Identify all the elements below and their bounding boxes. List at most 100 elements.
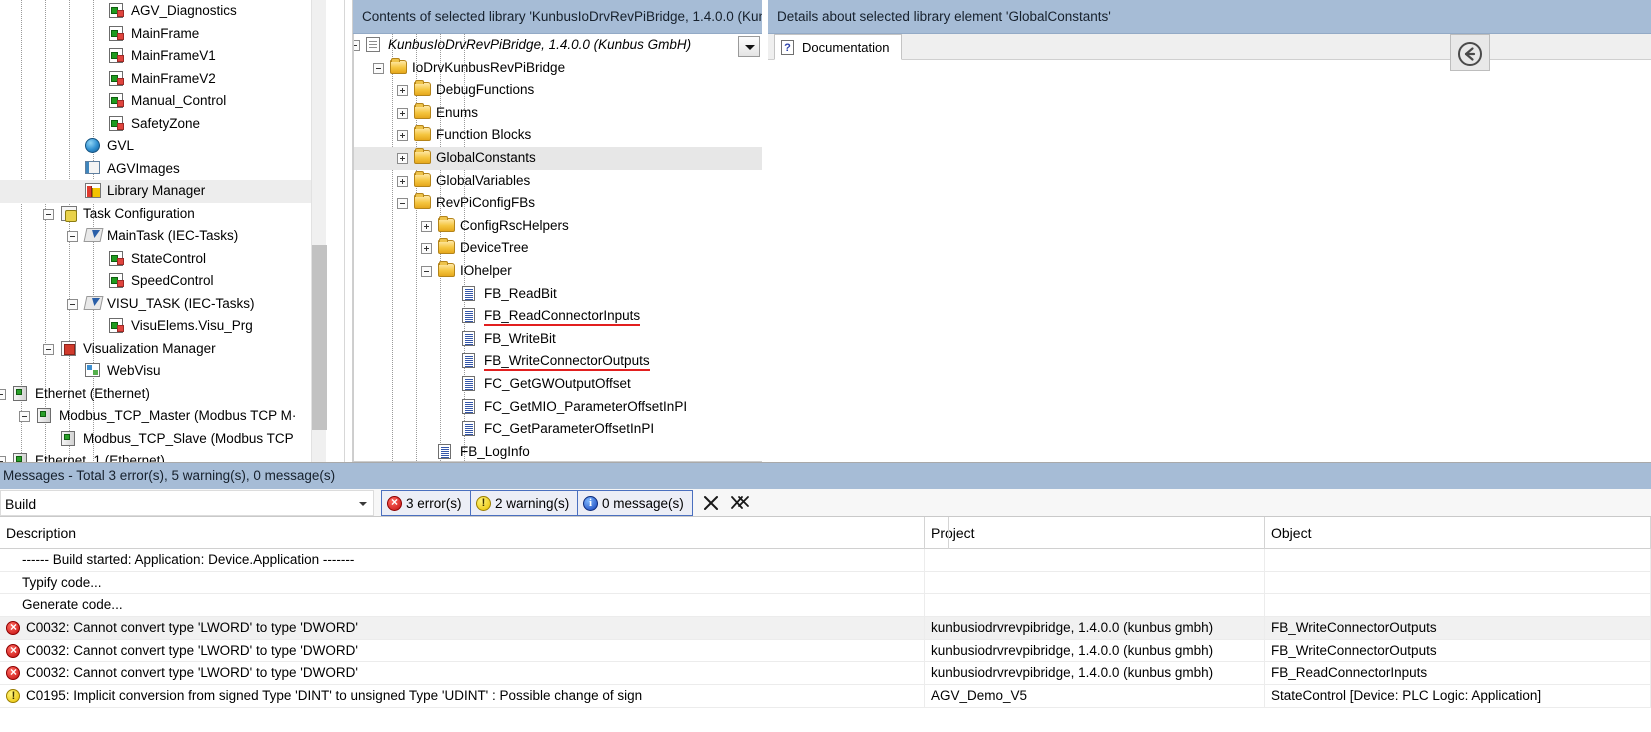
messages-column-header-description[interactable]: Description [0, 517, 925, 549]
library-tree-item-fb_readconnectorinputs[interactable]: FB_ReadConnectorInputs [354, 305, 762, 328]
library-tree-item-debugfunctions[interactable]: DebugFunctions [354, 79, 762, 102]
codesys-window: AGV_Diagnostics MainFrame MainFrameV1 MainF… [0, 0, 1651, 732]
library-tree-item-kunbusiodrvrevpibridge[interactable]: KunbusIoDrvRevPiBridge, 1.4.0.0 (Kunbus … [354, 34, 762, 57]
messages-description-text: C0195: Implicit conversion from signed T… [26, 688, 643, 704]
collapse-icon[interactable] [19, 411, 30, 422]
library-tree-item-label: DeviceTree [460, 240, 529, 256]
device-tree-item-label: SafetyZone [131, 115, 201, 131]
device-tree-item-statecontrol[interactable]: StateControl [0, 248, 326, 271]
expand-icon[interactable] [397, 107, 408, 119]
messages-description-text: ------ Build started: Application: Devic… [22, 552, 355, 567]
collapse-icon[interactable] [373, 62, 384, 74]
expand-icon[interactable] [421, 243, 432, 255]
library-tree-item-label: Function Blocks [436, 127, 532, 143]
library-tree-item-iodrvkunbusrevpibridge[interactable]: IoDrvKunbusRevPiBridge [354, 57, 762, 80]
library-tree-item-fc_getmio_parameteroffsetinpi[interactable]: FC_GetMIO_ParameterOffsetInPI [354, 396, 762, 419]
device-tree-scroll-region[interactable]: AGV_Diagnostics MainFrame MainFrameV1 MainF… [0, 0, 326, 462]
device-tree-item-modbus_tcp_master[interactable]: Modbus_TCP_Master (Modbus TCP M· [0, 405, 326, 428]
device-tree-item-agvimages[interactable]: AGVImages [0, 158, 326, 181]
device-tree-item-webvisu[interactable]: WebVisu [0, 360, 326, 383]
library-tree-item-fc_getgwoutputoffset[interactable]: FC_GetGWOutputOffset [354, 373, 762, 396]
device-tree-item-mainframev2[interactable]: MainFrameV2 [0, 68, 326, 91]
library-tree-item-fc_getparameteroffsetinpi[interactable]: FC_GetParameterOffsetInPI [354, 418, 762, 441]
warnings-filter-button[interactable]: 2 warning(s) [470, 490, 579, 516]
device-tree-item-ethernet_1[interactable]: Ethernet_1 (Ethernet) [0, 450, 326, 462]
table-row[interactable]: C0195: Implicit conversion from signed T… [0, 685, 1651, 708]
messages-grid[interactable]: Description Project Object ------ Build st… [0, 517, 1651, 732]
device-tree-item-maintask[interactable]: MainTask (IEC-Tasks) [0, 225, 326, 248]
library-contents-panel: Contents of selected library 'KunbusIoDr… [352, 0, 763, 462]
library-tree-item-fb_writeconnectoroutputs[interactable]: FB_WriteConnectorOutputs [354, 350, 762, 373]
library-tree-item-iohelper[interactable]: IOhelper [354, 260, 762, 283]
messages-column-header-project[interactable]: Project [925, 517, 1265, 549]
expand-icon[interactable] [397, 152, 408, 164]
chevron-down-icon[interactable] [738, 36, 760, 57]
collapse-icon[interactable] [67, 231, 78, 242]
collapse-icon[interactable] [397, 198, 408, 210]
expand-icon[interactable] [397, 175, 408, 187]
library-tree-item-label: FB_ReadConnectorInputs [484, 308, 641, 327]
collapse-icon[interactable] [421, 265, 432, 277]
device-tree-item-task[interactable]: Task Configuration [0, 203, 326, 226]
expand-icon[interactable] [397, 85, 408, 97]
device-tree-item-label: SpeedControl [131, 273, 214, 289]
device-tree-item-gvl[interactable]: GVL [0, 135, 326, 158]
device-tree-item-manual_control[interactable]: Manual_Control [0, 90, 326, 113]
messages-cell-object [1265, 571, 1651, 595]
device-tree-item-ethernet[interactable]: Ethernet (Ethernet) [0, 383, 326, 406]
table-row[interactable]: Generate code... [0, 594, 1651, 618]
table-row[interactable]: C0032: Cannot convert type 'LWORD' to ty… [0, 639, 1651, 663]
messages-cell-description: Generate code... [0, 594, 925, 618]
device-tree-item-safetyzone[interactable]: SafetyZone [0, 113, 326, 136]
collapse-icon[interactable] [67, 298, 78, 310]
library-tree-item-functionblocks[interactable]: Function Blocks [354, 124, 762, 147]
library-tree-item-globalvariables[interactable]: GlobalVariables [354, 170, 762, 193]
messages-grid-body[interactable]: ------ Build started: Application: Devic… [0, 549, 1651, 708]
device-tree-item-visualization[interactable]: Visualization Manager [0, 338, 326, 361]
collapse-icon[interactable] [43, 208, 54, 220]
collapse-icon[interactable] [0, 388, 6, 400]
library-contents-tree[interactable]: KunbusIoDrvRevPiBridge, 1.4.0.0 (Kunbus … [353, 34, 763, 462]
close-x-icon[interactable] [700, 492, 722, 514]
library-details-header: Details about selected library element '… [768, 0, 1651, 34]
device-tree-item-library[interactable]: Library Manager [0, 180, 326, 203]
collapse-icon[interactable] [43, 343, 54, 355]
library-tree-item-fb_writebit[interactable]: FB_WriteBit [354, 328, 762, 351]
library-tree-item-revpiconfigfbs[interactable]: RevPiConfigFBs [354, 192, 762, 215]
table-row[interactable]: C0032: Cannot convert type 'LWORD' to ty… [0, 617, 1651, 640]
messages-category-select[interactable]: Build [0, 490, 374, 516]
device-tree-vertical-scrollbar[interactable] [311, 0, 327, 462]
warnings-filter-label: 2 warning(s) [495, 496, 570, 511]
device-tree-item-mainframe[interactable]: MainFrame [0, 23, 326, 46]
library-tree-item-configrschelpers[interactable]: ConfigRscHelpers [354, 215, 762, 238]
device-tree-item-speedcontrol[interactable]: SpeedControl [0, 270, 326, 293]
messages-filter-button[interactable]: 0 message(s) [577, 490, 693, 516]
splitter-tree-library[interactable] [341, 0, 350, 462]
library-tree-item-devicetree[interactable]: DeviceTree [354, 237, 762, 260]
tab-documentation[interactable]: ? Documentation [774, 34, 903, 60]
errors-filter-button[interactable]: 3 error(s) [381, 490, 471, 516]
library-manager-icon [85, 183, 101, 198]
back-arrow-icon[interactable] [1450, 34, 1490, 71]
messages-filter-label: 0 message(s) [602, 496, 684, 511]
collapse-icon[interactable] [354, 40, 360, 51]
expand-icon[interactable] [421, 220, 432, 232]
device-tree-item-mainframev1[interactable]: MainFrameV1 [0, 45, 326, 68]
device-tree-item-label: MainTask (IEC-Tasks) [107, 228, 239, 244]
device-tree-item-agv_diagnostics[interactable]: AGV_Diagnostics [0, 0, 326, 23]
library-tree-item-globalconstants[interactable]: GlobalConstants [354, 146, 762, 170]
library-tree-item-enums[interactable]: Enums [354, 102, 762, 125]
scrollbar-thumb[interactable] [312, 245, 327, 430]
device-tree-item-modbus_tcp_slave[interactable]: Modbus_TCP_Slave (Modbus TCP [0, 428, 326, 451]
expand-icon[interactable] [397, 130, 408, 142]
library-tree-item-fb_readbit[interactable]: FB_ReadBit [354, 283, 762, 306]
gvl-icon [85, 138, 100, 153]
messages-column-header-object[interactable]: Object [1265, 517, 1651, 549]
library-tree-item-fb_loginfo[interactable]: FB_LogInfo [354, 441, 762, 461]
table-row[interactable]: Typify code... [0, 571, 1651, 595]
table-row[interactable]: C0032: Cannot convert type 'LWORD' to ty… [0, 662, 1651, 686]
table-row[interactable]: ------ Build started: Application: Devic… [0, 549, 1651, 572]
device-tree-item-visuelemsvisu_prg[interactable]: VisuElems.Visu_Prg [0, 315, 326, 338]
clear-all-icon[interactable] [728, 492, 750, 514]
device-tree-item-visu_task[interactable]: VISU_TASK (IEC-Tasks) [0, 293, 326, 316]
